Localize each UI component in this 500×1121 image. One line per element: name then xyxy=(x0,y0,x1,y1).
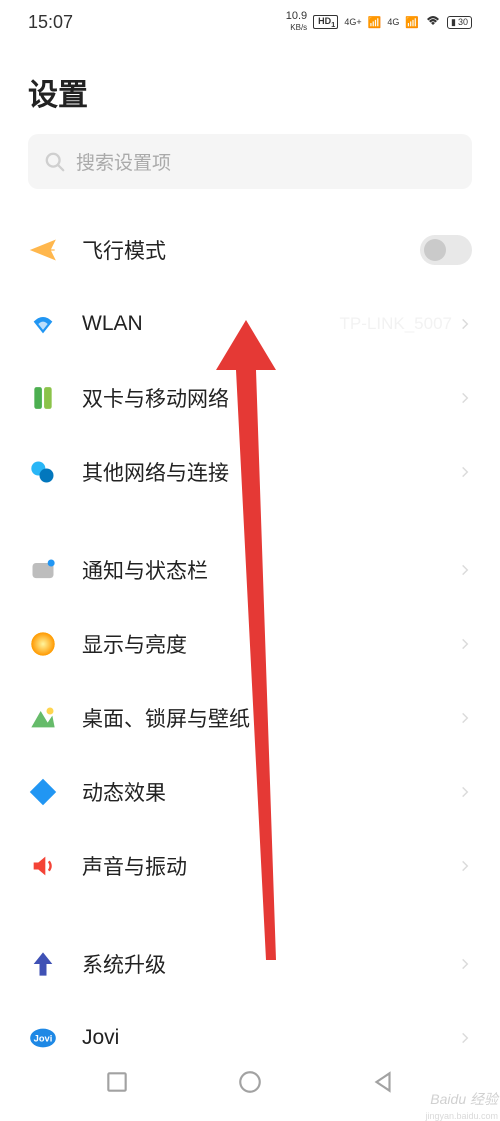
sim-icon xyxy=(28,383,58,413)
update-icon xyxy=(28,949,58,979)
nav-home-icon[interactable] xyxy=(237,1069,263,1095)
chevron-right-icon xyxy=(458,1031,472,1045)
settings-item-wlan[interactable]: WLAN TP-LINK_5007 xyxy=(0,287,500,361)
chevron-right-icon xyxy=(458,465,472,479)
jovi-icon: Jovi xyxy=(28,1023,58,1053)
item-label: 其他网络与连接 xyxy=(82,457,458,487)
chevron-right-icon xyxy=(458,637,472,651)
item-label: 动态效果 xyxy=(82,777,458,807)
signal-bars-1-icon: 📶 xyxy=(368,16,382,29)
signal-4g-plus: 4G+ xyxy=(344,17,361,27)
svg-text:Jovi: Jovi xyxy=(34,1034,53,1044)
system-navbar xyxy=(0,1059,500,1105)
settings-item-display[interactable]: 显示与亮度 xyxy=(0,607,500,681)
item-label: 通知与状态栏 xyxy=(82,555,458,585)
chevron-right-icon xyxy=(458,785,472,799)
network-speed: 10.9KB/s xyxy=(284,11,307,33)
hd-icon: HD1 xyxy=(313,15,338,30)
chevron-right-icon xyxy=(458,711,472,725)
item-label: 声音与振动 xyxy=(82,851,458,881)
wlan-value: TP-LINK_5007 xyxy=(340,314,452,334)
chevron-right-icon xyxy=(458,957,472,971)
settings-item-airplane[interactable]: 飞行模式 xyxy=(0,213,500,287)
airplane-toggle[interactable] xyxy=(420,235,472,265)
item-label: Jovi xyxy=(82,1026,458,1050)
settings-item-desktop[interactable]: 桌面、锁屏与壁纸 xyxy=(0,681,500,755)
nav-back-icon[interactable] xyxy=(370,1069,396,1095)
status-bar: 15:07 10.9KB/s HD1 4G+ 📶 4G 📶 ▮30 xyxy=(0,0,500,40)
settings-item-dualsim[interactable]: 双卡与移动网络 xyxy=(0,361,500,435)
item-label: 显示与亮度 xyxy=(82,629,458,659)
airplane-icon xyxy=(28,235,58,265)
settings-item-effects[interactable]: 动态效果 xyxy=(0,755,500,829)
network-icon xyxy=(28,457,58,487)
settings-item-other-network[interactable]: 其他网络与连接 xyxy=(0,435,500,509)
nav-recent-icon[interactable] xyxy=(104,1069,130,1095)
search-icon xyxy=(44,151,66,173)
status-time: 15:07 xyxy=(28,12,73,33)
signal-4g: 4G xyxy=(387,17,399,27)
item-label: 飞行模式 xyxy=(82,235,420,265)
settings-item-notification[interactable]: 通知与状态栏 xyxy=(0,533,500,607)
battery-icon: ▮30 xyxy=(447,16,472,29)
signal-bars-2-icon: 📶 xyxy=(405,16,419,29)
effects-icon xyxy=(28,777,58,807)
watermark-sub: jingyan.baidu.com xyxy=(425,1111,498,1121)
chevron-right-icon xyxy=(458,859,472,873)
notification-icon xyxy=(28,555,58,585)
sound-icon xyxy=(28,851,58,881)
settings-item-update[interactable]: 系统升级 xyxy=(0,927,500,1001)
item-label: 系统升级 xyxy=(82,949,458,979)
search-input[interactable]: 搜索设置项 xyxy=(28,134,472,189)
item-label: 桌面、锁屏与壁纸 xyxy=(82,703,458,733)
page-title: 设置 xyxy=(0,40,500,134)
search-placeholder: 搜索设置项 xyxy=(76,148,171,175)
item-label: 双卡与移动网络 xyxy=(82,383,458,413)
chevron-right-icon xyxy=(458,563,472,577)
watermark: Baidu 经验 xyxy=(430,1089,498,1109)
item-label: WLAN xyxy=(82,312,340,336)
status-indicators: 10.9KB/s HD1 4G+ 📶 4G 📶 ▮30 xyxy=(282,11,472,33)
wifi-icon xyxy=(425,15,441,30)
settings-item-sound[interactable]: 声音与振动 xyxy=(0,829,500,903)
wallpaper-icon xyxy=(28,703,58,733)
chevron-right-icon xyxy=(458,317,472,331)
brightness-icon xyxy=(28,629,58,659)
wifi-icon xyxy=(28,309,58,339)
chevron-right-icon xyxy=(458,391,472,405)
